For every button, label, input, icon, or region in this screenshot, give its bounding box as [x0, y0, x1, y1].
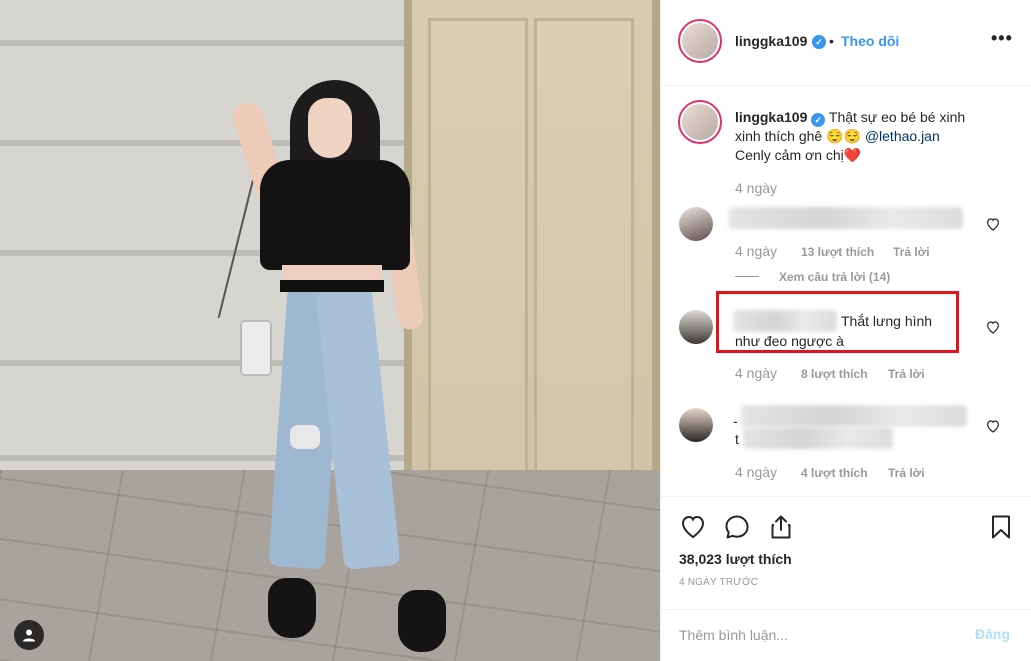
- jeans-rip: [290, 425, 320, 449]
- comment-like-heart-icon[interactable]: [985, 216, 1001, 232]
- left-shoe: [268, 578, 316, 638]
- comment-like-heart-icon[interactable]: [985, 319, 1001, 335]
- face: [308, 98, 352, 158]
- comment-likes[interactable]: 13 lượt thích: [801, 245, 874, 259]
- replies-divider: [735, 276, 759, 277]
- comment-likes[interactable]: 4 lượt thích: [801, 466, 868, 480]
- caption-avatar[interactable]: [682, 104, 718, 140]
- door-leaf: [428, 18, 528, 488]
- reply-button[interactable]: Trả lời: [888, 367, 925, 381]
- reply-button[interactable]: Trả lời: [893, 245, 930, 259]
- door-frame: [652, 0, 660, 500]
- comment-lead-char: -: [733, 413, 738, 429]
- heart-icon[interactable]: [679, 513, 707, 541]
- door-background: [404, 0, 660, 500]
- post-comment-button[interactable]: Đăng: [975, 626, 1010, 642]
- right-shoe: [398, 590, 446, 652]
- verified-badge-icon: ✓: [811, 113, 826, 127]
- caption-username[interactable]: linggka109: [735, 109, 807, 125]
- separator-dot: •: [829, 33, 834, 49]
- user-tag-button[interactable]: [14, 620, 44, 650]
- commenter-avatar[interactable]: [679, 408, 713, 442]
- crop-top: [260, 160, 410, 270]
- comment-age[interactable]: 4 ngày: [735, 365, 777, 381]
- share-icon[interactable]: [767, 513, 795, 541]
- comment-bubble-icon[interactable]: [723, 513, 751, 541]
- more-options-icon[interactable]: •••: [991, 28, 1013, 49]
- caption-line2: xinh thích ghê: [735, 128, 823, 144]
- posted-time[interactable]: 4 NGÀY TRƯỚC: [679, 577, 758, 588]
- mention-link[interactable]: @lethao.jan: [865, 128, 940, 144]
- bookmark-icon[interactable]: [987, 513, 1015, 541]
- caption-line3: Cenly cảm ơn chị: [735, 147, 844, 163]
- avatar[interactable]: [682, 23, 718, 59]
- wall-band: [0, 40, 410, 46]
- door-leaf: [534, 18, 634, 488]
- comment-input[interactable]: [679, 624, 959, 646]
- user-tag-icon: [23, 629, 35, 642]
- verified-badge-icon: ✓: [812, 35, 826, 49]
- comment-like-heart-icon[interactable]: [985, 418, 1001, 434]
- post-header: linggka109 ✓ • Theo dõi •••: [661, 0, 1031, 86]
- commenter-avatar[interactable]: [679, 207, 713, 241]
- commenter-avatar[interactable]: [679, 310, 713, 344]
- caption-line1: Thật sự eo bé bé xinh: [828, 109, 966, 125]
- comment-age[interactable]: 4 ngày: [735, 243, 777, 259]
- comment-lead-char: t: [735, 431, 739, 447]
- caption-emoji: 😌😌: [826, 128, 861, 144]
- blurred-comment: [743, 427, 893, 449]
- blurred-comment: [729, 207, 963, 229]
- comment-age[interactable]: 4 ngày: [735, 464, 777, 480]
- likes-count[interactable]: 38,023 lượt thích: [679, 551, 792, 567]
- add-comment-bar: Đăng: [661, 609, 1031, 661]
- reply-button[interactable]: Trả lời: [888, 466, 925, 480]
- view-replies-button[interactable]: Xem câu trả lời (14): [779, 270, 890, 284]
- handbag: [240, 320, 272, 376]
- heart-emoji: ❤️: [843, 147, 862, 163]
- highlight-box: [716, 291, 959, 353]
- blurred-comment: [741, 405, 967, 427]
- header-username[interactable]: linggka109: [735, 33, 807, 49]
- belt: [280, 280, 384, 292]
- caption-age[interactable]: 4 ngày: [735, 180, 777, 196]
- post-photo[interactable]: [0, 0, 660, 661]
- comment-likes[interactable]: 8 lượt thích: [801, 367, 868, 381]
- follow-button[interactable]: Theo dõi: [841, 33, 899, 49]
- caption-text: linggka109 ✓ Thật sự eo bé bé xinh xinh …: [735, 108, 1015, 165]
- action-bar: 38,023 lượt thích 4 NGÀY TRƯỚC: [661, 496, 1031, 616]
- person-figure: [217, 80, 446, 660]
